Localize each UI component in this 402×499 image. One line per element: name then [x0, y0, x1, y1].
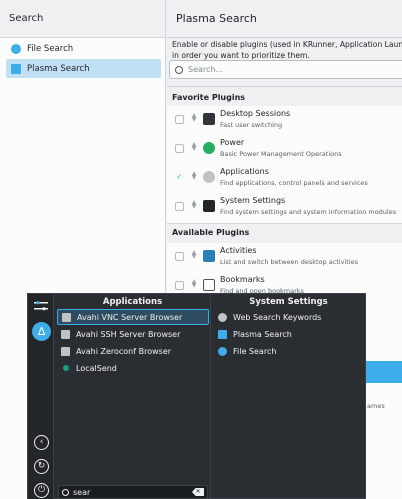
drag-handle-icon[interactable]: ▲ ▼ [191, 250, 197, 263]
drag-handle-icon[interactable]: ▲ ▼ [191, 171, 197, 184]
system-settings-icon [203, 200, 215, 212]
launcher-result-item[interactable]: Plasma Search [214, 326, 364, 342]
plasma-search-icon [11, 63, 21, 74]
column-divider [210, 294, 211, 499]
favorite-plugins-list: ▲ ▼ Desktop Sessions Fast user switching … [167, 106, 402, 223]
file-search-icon [218, 346, 227, 356]
plugin-row[interactable]: ✓ ▲ ▼ Applications Find applications, con… [167, 164, 402, 193]
avahi-icon [61, 329, 70, 339]
launcher-result-item[interactable]: Avahi Zeroconf Browser [57, 343, 209, 359]
left-pane-title: Search [9, 13, 44, 24]
right-pane-header: Plasma Search [167, 0, 402, 38]
sidebar-item-label: Plasma Search [27, 63, 90, 74]
system-settings-column-title: System Settings [249, 297, 328, 307]
divider [167, 223, 402, 224]
page-title: Plasma Search [176, 12, 257, 25]
drag-handle-icon[interactable]: ▲ ▼ [191, 279, 197, 292]
localsend-icon [63, 365, 69, 371]
plugin-checkbox[interactable] [175, 281, 184, 290]
plugin-checkbox[interactable] [175, 202, 184, 211]
available-plugins-title: Available Plugins [172, 228, 250, 237]
plasma-search-icon [218, 329, 227, 339]
divider [167, 86, 402, 87]
drag-handle-icon[interactable]: ▲ ▼ [191, 200, 197, 213]
left-pane-header: Search [0, 0, 166, 38]
clear-icon[interactable]: ✕ [192, 488, 204, 496]
plugins-description: Enable or disable plugins (used in KRunn… [172, 40, 402, 60]
settings-toggle-icon[interactable] [33, 300, 49, 312]
launcher-sidebar: ∆ ‹ ↻ ⏻ [28, 294, 54, 499]
launcher-result-item[interactable]: Avahi SSH Server Browser [57, 326, 209, 342]
plugin-row[interactable]: ▲ ▼ Activities List and switch between de… [167, 243, 402, 272]
search-icon [62, 488, 69, 496]
application-launcher-popup: ∆ ‹ ↻ ⏻ Applications System Settings Ava… [27, 293, 366, 499]
refresh-icon[interactable]: ↻ [34, 459, 49, 474]
applications-icon [203, 171, 215, 183]
power-icon [203, 142, 215, 154]
power-icon[interactable]: ⏻ [34, 483, 49, 498]
avahi-icon [62, 312, 71, 322]
launcher-logo-icon[interactable]: ∆ [32, 322, 51, 341]
sidebar-item-label: File Search [27, 43, 74, 54]
launcher-result-item[interactable]: Avahi VNC Server Browser [57, 309, 209, 325]
plugin-search-input[interactable]: Search... [169, 60, 402, 79]
web-search-icon [218, 312, 227, 322]
plugin-checkbox-checked[interactable]: ✓ [175, 173, 184, 182]
launcher-result-item[interactable]: Web Search Keywords [214, 309, 364, 325]
sidebar-item-plasma-search[interactable]: Plasma Search [6, 59, 161, 78]
launcher-search-input[interactable]: sear ✕ [58, 485, 208, 499]
activities-icon [203, 250, 215, 262]
plugin-checkbox[interactable] [175, 115, 184, 124]
plugin-row[interactable]: ▲ ▼ System Settings Find system settings … [167, 193, 402, 222]
plugin-row[interactable]: ▲ ▼ Desktop Sessions Fast user switching [167, 106, 402, 135]
file-search-icon [11, 43, 21, 54]
desktop-sessions-icon [203, 113, 215, 125]
plugin-row[interactable]: ▲ ▼ Power Basic Power Management Operatio… [167, 135, 402, 164]
drag-handle-icon[interactable]: ▲ ▼ [191, 113, 197, 126]
plugin-checkbox[interactable] [175, 144, 184, 153]
sidebar-item-file-search[interactable]: File Search [6, 39, 161, 58]
launcher-result-item[interactable]: File Search [214, 343, 364, 359]
avahi-icon [61, 346, 70, 356]
search-icon [175, 65, 183, 74]
launcher-result-item[interactable]: LocalSend [57, 360, 209, 376]
partial-plugin-desc: ames [367, 402, 385, 410]
favorite-plugins-title: Favorite Plugins [172, 93, 246, 102]
back-icon[interactable]: ‹ [34, 435, 49, 450]
bookmarks-icon [203, 279, 215, 291]
plugin-checkbox[interactable] [175, 252, 184, 261]
drag-handle-icon[interactable]: ▲ ▼ [191, 142, 197, 155]
applications-column-title: Applications [102, 297, 163, 307]
